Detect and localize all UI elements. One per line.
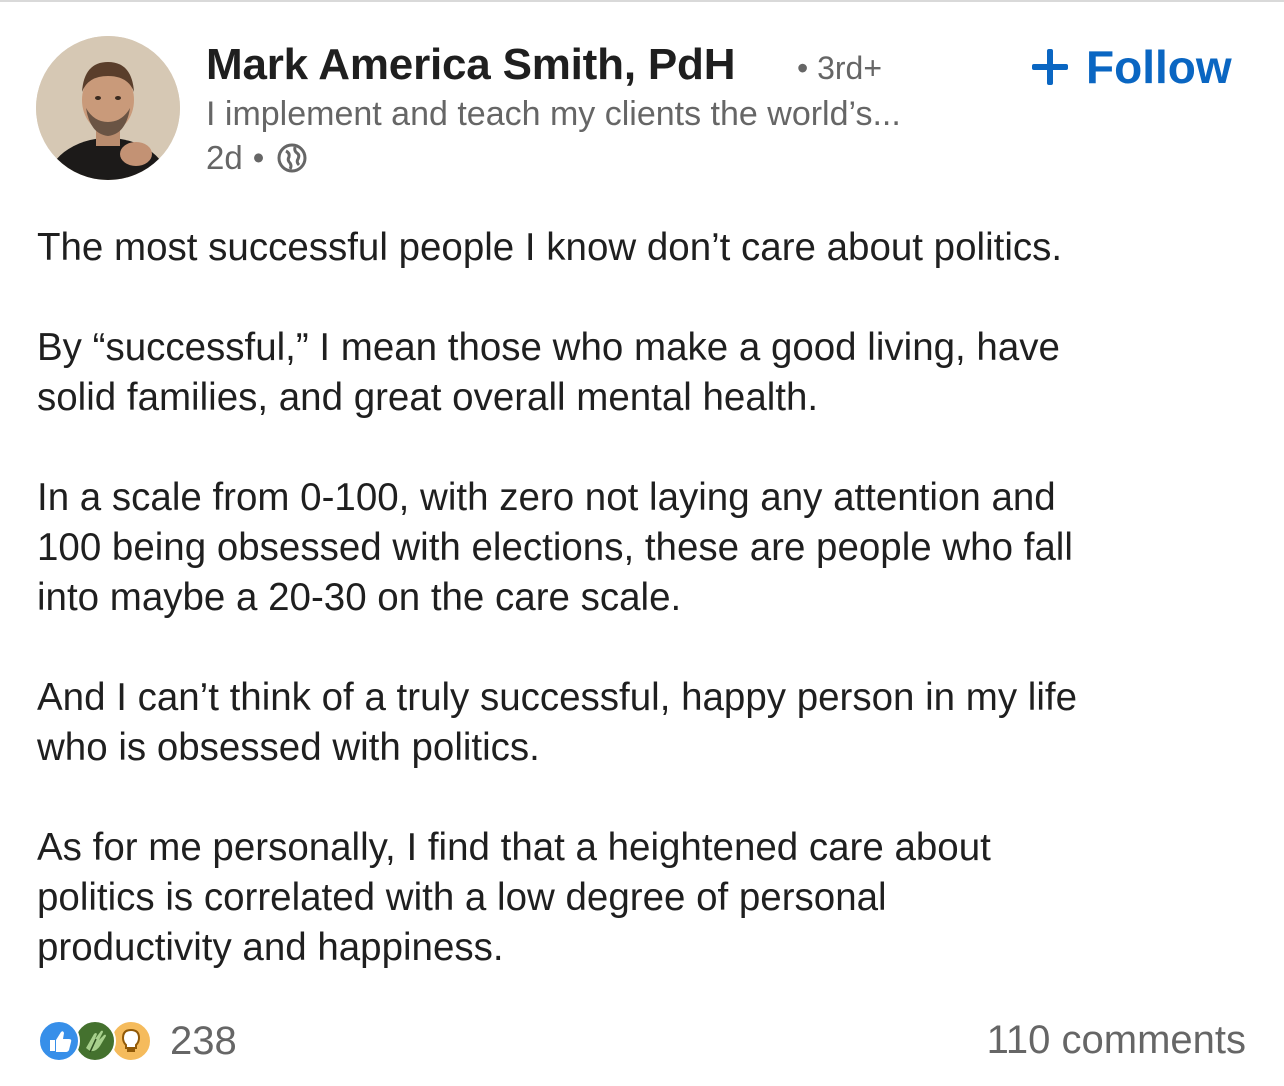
celebrate-icon: [74, 1020, 116, 1062]
post-paragraph: In a scale from 0-100, with zero not lay…: [37, 476, 1073, 619]
post-paragraph: The most successful people I know don’t …: [37, 226, 1063, 269]
reaction-icons: [38, 1018, 158, 1064]
post-paragraph: By “successful,” I mean those who make a…: [37, 326, 1060, 419]
follow-label: Follow: [1086, 41, 1232, 93]
insightful-icon: [110, 1020, 152, 1062]
post-paragraph: And I can’t think of a truly successful,…: [37, 676, 1078, 769]
reaction-count: 238: [170, 1018, 237, 1063]
post-text: The most successful people I know don’t …: [37, 223, 1252, 973]
post-meta: 2d •: [206, 139, 308, 177]
top-divider: [0, 0, 1284, 2]
avatar-photo: [36, 36, 180, 180]
like-icon: [38, 1020, 80, 1062]
post-paragraph: As for me personally, I find that a heig…: [37, 826, 991, 969]
author-name[interactable]: Mark America Smith, PdH: [206, 40, 735, 90]
author-headline: I implement and teach my clients the wor…: [206, 95, 901, 133]
follow-button[interactable]: Follow: [1030, 40, 1232, 94]
connection-degree: • 3rd+: [797, 50, 883, 86]
reactions-summary[interactable]: 238: [38, 1016, 237, 1066]
avatar[interactable]: [36, 36, 180, 180]
globe-icon: [276, 142, 308, 174]
post-time: 2d: [206, 139, 243, 176]
meta-separator: •: [252, 139, 265, 176]
plus-icon: [1030, 47, 1070, 87]
comments-count[interactable]: 110 comments: [987, 1018, 1246, 1063]
